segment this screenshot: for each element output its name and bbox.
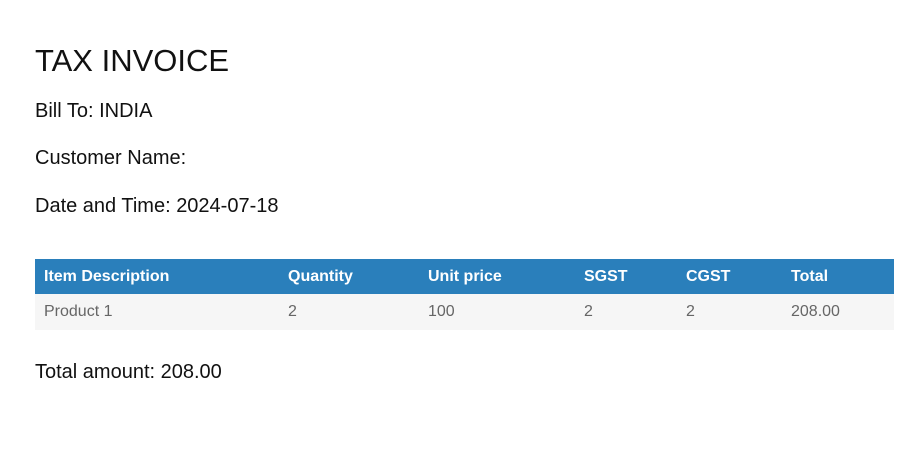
date-time-value: 2024-07-18	[176, 195, 279, 217]
cell-total: 208.00	[782, 294, 894, 330]
cell-cgst: 2	[677, 294, 782, 330]
date-time-line: Date and Time: 2024-07-18	[35, 194, 279, 218]
bill-to-value: INDIA	[99, 100, 153, 122]
cell-unit-price: 100	[419, 294, 575, 330]
invoice-title: TAX INVOICE	[35, 43, 230, 78]
header-item-description: Item Description	[35, 259, 279, 294]
customer-name-line: Customer Name:	[35, 146, 186, 170]
header-cgst: CGST	[677, 259, 782, 294]
customer-name-label: Customer Name:	[35, 147, 187, 169]
bill-to-label: Bill To:	[35, 100, 100, 122]
header-sgst: SGST	[575, 259, 677, 294]
table-row: Product 1 2 100 2 2 208.00	[35, 294, 894, 330]
header-quantity: Quantity	[279, 259, 419, 294]
total-amount-label: Total amount:	[35, 361, 161, 383]
header-unit-price: Unit price	[419, 259, 575, 294]
date-time-label: Date and Time:	[35, 195, 177, 217]
cell-sgst: 2	[575, 294, 677, 330]
total-amount-value: 208.00	[160, 361, 222, 383]
invoice-items-table: Item Description Quantity Unit price SGS…	[35, 259, 894, 330]
total-amount-line: Total amount: 208.00	[35, 360, 222, 384]
cell-quantity: 2	[279, 294, 419, 330]
header-total: Total	[782, 259, 894, 294]
bill-to-line: Bill To: INDIA	[35, 99, 152, 123]
cell-item-description: Product 1	[35, 294, 279, 330]
table-header-row: Item Description Quantity Unit price SGS…	[35, 259, 894, 294]
